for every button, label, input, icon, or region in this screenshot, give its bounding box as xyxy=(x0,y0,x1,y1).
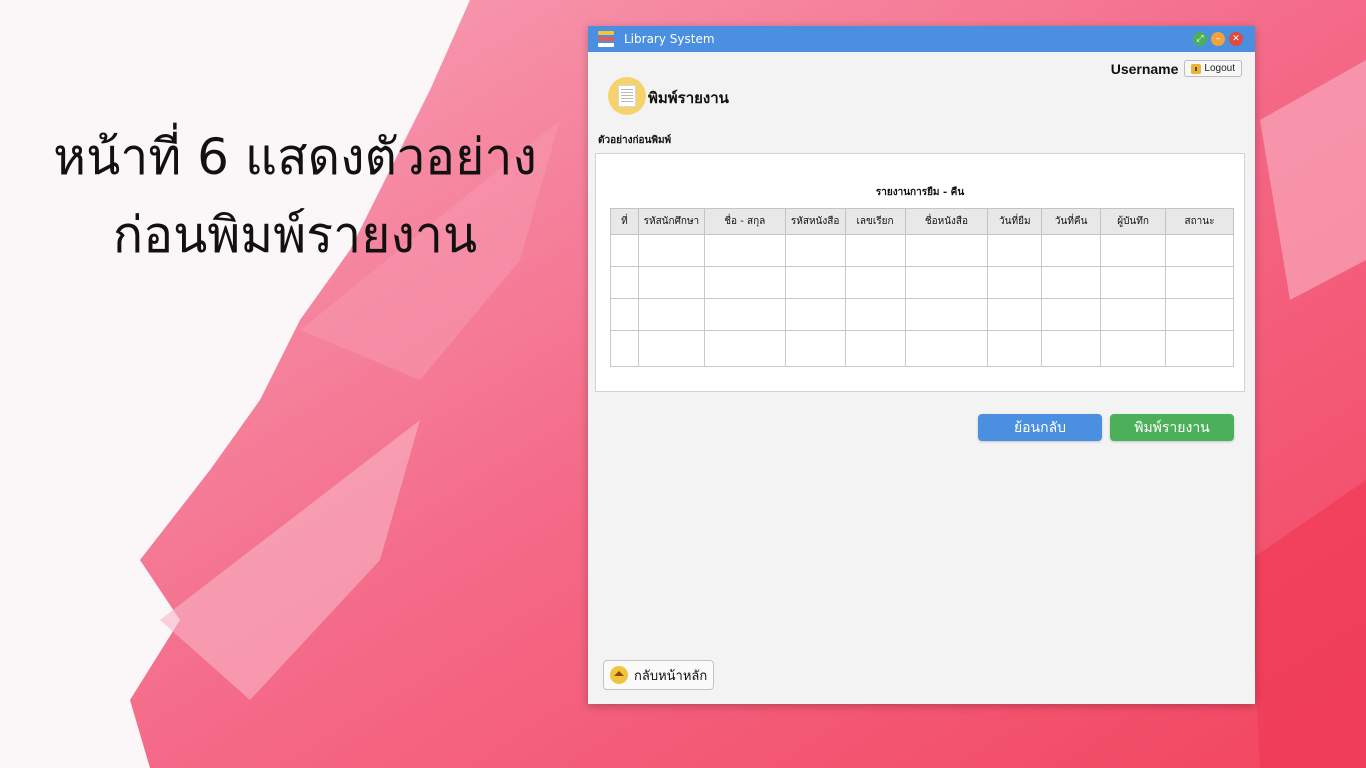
report-title: รายงานการยืม - คืน xyxy=(875,187,965,198)
username-label: Username xyxy=(1110,60,1179,77)
logout-button[interactable]: Logout xyxy=(1184,60,1242,77)
preview-label: ตัวอย่างก่อนพิมพ์ xyxy=(598,135,672,146)
column-header: ชื่อหนังสือ xyxy=(904,208,989,235)
print-preview-panel: รายงานการยืม - คืน ที่ รหัสนักศึกษา ชื่อ… xyxy=(595,153,1245,392)
table-row xyxy=(610,298,1234,331)
restore-icon[interactable]: ⤢ xyxy=(1193,32,1207,46)
user-area: Username Logout xyxy=(1111,60,1242,77)
window-controls: ⤢ – ✕ xyxy=(1193,32,1243,46)
table-row xyxy=(610,234,1234,267)
column-header: วันที่ยืม xyxy=(987,208,1043,235)
column-header: ผู้บันทึก xyxy=(1100,208,1167,235)
lock-icon xyxy=(1191,63,1202,74)
page-title: พิมพ์รายงาน xyxy=(648,89,729,107)
logout-label: Logout xyxy=(1204,63,1235,74)
print-report-button[interactable]: พิมพ์รายงาน xyxy=(1110,414,1234,441)
column-header: สถานะ xyxy=(1165,208,1234,235)
home-button-label: กลับหน้าหลัก xyxy=(634,668,708,684)
table-row xyxy=(610,330,1234,367)
column-header: ที่ xyxy=(610,208,639,235)
column-header: วันที่คืน xyxy=(1041,208,1102,235)
home-button[interactable]: กลับหน้าหลัก xyxy=(603,660,715,690)
column-header: ชื่อ - สกุล xyxy=(703,208,786,235)
slide-title-line2: ก่อนพิมพ์รายงาน xyxy=(112,206,478,264)
minimize-icon[interactable]: – xyxy=(1211,32,1225,46)
home-icon xyxy=(610,666,628,684)
table-row xyxy=(610,266,1234,299)
slide-title-line1: หน้าที่ 6 แสดงตัวอย่าง xyxy=(53,128,537,186)
app-window: Library System ⤢ – ✕ Username Logout พิม… xyxy=(588,26,1255,704)
table-header-row: ที่ รหัสนักศึกษา ชื่อ - สกุล รหัสหนังสือ… xyxy=(610,208,1234,235)
report-table: ที่ รหัสนักศึกษา ชื่อ - สกุล รหัสหนังสือ… xyxy=(610,208,1234,367)
books-icon xyxy=(598,31,614,47)
slide-title: หน้าที่ 6 แสดงตัวอย่าง ก่อนพิมพ์รายงาน xyxy=(40,118,550,274)
close-icon[interactable]: ✕ xyxy=(1229,32,1243,46)
back-button[interactable]: ย้อนกลับ xyxy=(978,414,1102,441)
report-document-icon xyxy=(608,77,646,115)
column-header: รหัสหนังสือ xyxy=(784,208,846,235)
column-header: เลขเรียก xyxy=(844,208,906,235)
window-title: Library System xyxy=(624,32,715,46)
column-header: รหัสนักศึกษา xyxy=(637,208,705,235)
window-titlebar[interactable]: Library System ⤢ – ✕ xyxy=(588,26,1255,52)
